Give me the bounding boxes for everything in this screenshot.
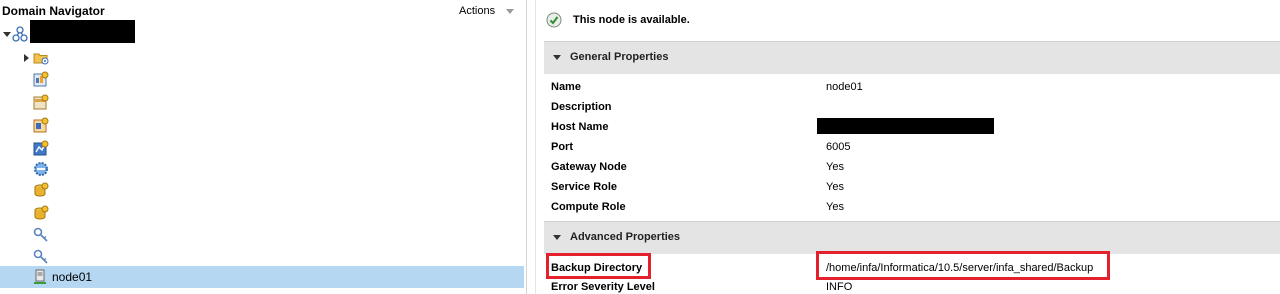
service-icon [33, 140, 49, 156]
tree-item-service[interactable] [0, 114, 524, 134]
database-icon [34, 205, 49, 220]
service-icon [33, 94, 49, 110]
folder-icon [33, 53, 49, 65]
collapse-icon[interactable] [3, 32, 11, 37]
section-title: General Properties [570, 51, 669, 63]
highlight-box [546, 253, 651, 279]
prop-value-compute-role: Yes [826, 201, 844, 213]
tree-item-service[interactable] [0, 68, 524, 88]
prop-label-compute-role: Compute Role [551, 201, 626, 213]
tree-item-label: node01 [52, 270, 93, 284]
prop-label-host-name: Host Name [551, 121, 609, 133]
collapse-icon[interactable] [553, 235, 561, 240]
tree-item-service[interactable] [0, 202, 524, 222]
advanced-properties-header[interactable]: Advanced Properties [544, 221, 1280, 254]
expand-icon[interactable] [24, 54, 29, 62]
section-title: Advanced Properties [570, 231, 681, 243]
actions-menu[interactable]: Actions [459, 5, 495, 17]
chevron-down-icon[interactable] [506, 9, 514, 14]
service-icon [33, 71, 49, 87]
prop-value-port: 6005 [826, 141, 851, 153]
prop-label-port: Port [551, 141, 573, 153]
tree-item-service[interactable] [0, 158, 524, 178]
tree-item-service[interactable] [0, 137, 524, 157]
domain-navigator-pane: Domain Navigator Actions node01 [0, 0, 524, 294]
prop-label-description: Description [551, 101, 612, 113]
domain-icon [12, 26, 28, 42]
highlight-box [816, 251, 1110, 280]
navigator-title: Domain Navigator [2, 4, 105, 18]
check-circle-icon [546, 12, 562, 28]
prop-value-error-severity-level: INFO [826, 281, 853, 293]
prop-value-gateway-node: Yes [826, 161, 844, 173]
pane-divider [535, 0, 536, 294]
tree-item-service[interactable] [0, 224, 524, 244]
pane-splitter[interactable] [526, 0, 527, 294]
redacted-host-name [817, 118, 994, 134]
tree-item-service[interactable] [0, 91, 524, 111]
node-icon [34, 269, 46, 284]
tree-item-folder[interactable] [0, 48, 524, 68]
prop-label-gateway-node: Gateway Node [551, 161, 627, 173]
prop-label-name: Name [551, 81, 581, 93]
prop-label-service-role: Service Role [551, 181, 618, 193]
key-icon [33, 227, 48, 242]
general-properties-header[interactable]: General Properties [544, 41, 1280, 74]
database-icon [34, 182, 49, 197]
redacted-domain-name [30, 20, 135, 43]
prop-value-name: node01 [826, 81, 863, 93]
key-icon [33, 249, 48, 264]
tree-item-service[interactable] [0, 179, 524, 199]
prop-label-error-severity-level: Error Severity Level [551, 281, 655, 293]
prop-value-service-role: Yes [826, 181, 844, 193]
service-icon [33, 117, 49, 133]
tree-item-service[interactable] [0, 246, 524, 266]
tree-item-node01[interactable]: node01 [0, 266, 524, 288]
gear-service-icon [34, 162, 48, 176]
availability-message: This node is available. [573, 14, 690, 26]
collapse-icon[interactable] [553, 55, 561, 60]
